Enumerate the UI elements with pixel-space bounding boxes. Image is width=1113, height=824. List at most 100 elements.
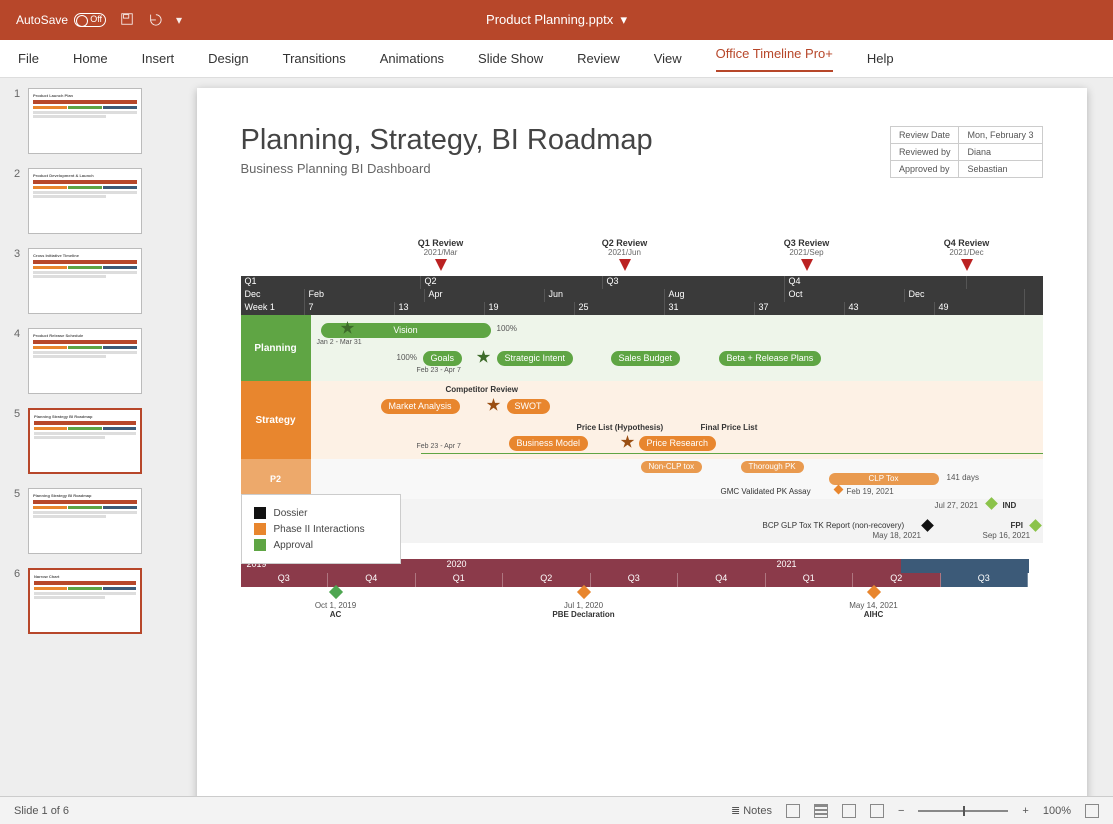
document-title: Product Planning.pptx ▾: [486, 12, 627, 28]
menu-tab-insert[interactable]: Insert: [142, 51, 175, 66]
slide-thumbnail[interactable]: Planning Strategy BI Roadmap: [28, 408, 142, 474]
slide-thumbnail[interactable]: Product Development & Launch: [28, 168, 142, 234]
zoom-out-icon[interactable]: −: [898, 805, 904, 817]
status-right: ≣ Notes − + 100%: [731, 804, 1099, 818]
slide-thumbnail[interactable]: Planning Strategy BI Roadmap: [28, 488, 142, 554]
menu-tab-transitions[interactable]: Transitions: [283, 51, 346, 66]
task-percent: 100%: [397, 353, 417, 362]
milestone-label: FPI: [1011, 521, 1023, 530]
legend-item[interactable]: Dossier: [254, 507, 388, 519]
legend-item[interactable]: Phase II Interactions: [254, 523, 388, 535]
swimlane-p2[interactable]: P2 Non-CLP tox Thorough PK CLP Tox 141 d…: [241, 459, 1043, 499]
scale-cell: 25: [575, 302, 665, 315]
swimlane-label: P2: [241, 459, 311, 499]
normal-view-icon[interactable]: [786, 804, 800, 818]
task-bar[interactable]: Goals: [423, 351, 463, 366]
sorter-view-icon[interactable]: [814, 804, 828, 818]
swimlane-body: Competitor Review Market Analysis SWOT P…: [311, 381, 1043, 459]
diamond-icon[interactable]: [985, 497, 998, 510]
legend-box[interactable]: Dossier Phase II Interactions Approval: [241, 494, 401, 564]
slide-thumbnail-panel[interactable]: 1Product Launch Plan2Product Development…: [0, 78, 170, 796]
roadmap-area: Q1 Review2021/Mar Q2 Review2021/Jun Q3 Rev…: [241, 238, 1043, 768]
milestone[interactable]: Oct 1, 2019AC: [301, 587, 371, 619]
thumb-number: 5: [14, 408, 22, 420]
review-marker[interactable]: Q1 Review2021/Mar: [411, 238, 471, 271]
reading-view-icon[interactable]: [842, 804, 856, 818]
slide-thumbnail[interactable]: Cross Initiative Timeline: [28, 248, 142, 314]
task-bar[interactable]: Sales Budget: [611, 351, 681, 366]
slide-thumbnail[interactable]: Narrow Chart: [28, 568, 142, 634]
menu-tab-help[interactable]: Help: [867, 51, 894, 66]
swimlane-label: Planning: [241, 315, 311, 381]
toggle-switch[interactable]: Off: [74, 13, 106, 27]
zoom-value[interactable]: 100%: [1043, 805, 1071, 817]
task-bar[interactable]: Strategic Intent: [497, 351, 574, 366]
ribbon-tabs: File Home Insert Design Transitions Animation…: [0, 40, 1113, 78]
info-val: Sebastian: [959, 161, 1042, 178]
notes-button[interactable]: ≣ Notes: [731, 804, 772, 817]
diamond-icon[interactable]: [1029, 519, 1042, 532]
zoom-slider[interactable]: [918, 810, 1008, 812]
menu-tab-slide-show[interactable]: Slide Show: [478, 51, 543, 66]
milestone-date: May 18, 2021: [873, 531, 921, 540]
quarter-cell: Q3: [591, 573, 679, 587]
diamond-icon[interactable]: [833, 485, 843, 495]
undo-icon[interactable]: [148, 12, 162, 29]
task-bar[interactable]: Thorough PK: [741, 461, 804, 473]
swimlane-planning[interactable]: Planning Vision 100% Jan 2 - Mar 31 100%…: [241, 315, 1043, 381]
menu-tab-home[interactable]: Home: [73, 51, 108, 66]
slide-canvas[interactable]: Planning, Strategy, BI Roadmap Business …: [197, 88, 1087, 796]
review-marker[interactable]: Q4 Review2021/Dec: [937, 238, 997, 271]
quarter-cell: Q4: [328, 573, 416, 587]
task-bar[interactable]: Beta + Release Plans: [719, 351, 822, 366]
milestone[interactable]: May 14, 2021AIHC: [839, 587, 909, 619]
scale-cell: Jun: [545, 289, 665, 302]
autosave-toggle[interactable]: AutoSave Off: [16, 13, 106, 27]
bottom-time-scale: 201920202021 Q3Q4Q1Q2Q3Q4Q1Q2Q3 Oct 1, 2…: [241, 559, 1043, 633]
thumb-number: 3: [14, 248, 22, 260]
milestone-star-icon[interactable]: [487, 398, 501, 412]
legend-label: Dossier: [274, 508, 308, 519]
menu-tab-design[interactable]: Design: [208, 51, 248, 66]
milestone-star-icon[interactable]: [621, 435, 635, 449]
task-bar[interactable]: SWOT: [507, 399, 550, 414]
legend-item[interactable]: Approval: [254, 539, 388, 551]
qa-more-icon[interactable]: ▾: [176, 13, 182, 27]
slide-thumbnail[interactable]: Product Launch Plan: [28, 88, 142, 154]
menu-tab-view[interactable]: View: [654, 51, 682, 66]
review-marker[interactable]: Q2 Review2021/Jun: [595, 238, 655, 271]
zoom-in-icon[interactable]: +: [1022, 805, 1028, 817]
legend-label: Phase II Interactions: [274, 524, 365, 535]
diamond-icon[interactable]: [921, 519, 934, 532]
swimlane-label: Strategy: [241, 381, 311, 459]
menu-tab-animations[interactable]: Animations: [380, 51, 444, 66]
scale-cell: Dec: [905, 289, 1025, 302]
task-bar[interactable]: CLP Tox: [829, 473, 939, 485]
scale-cell: Q3: [603, 276, 785, 289]
info-table[interactable]: Review DateMon, February 3Reviewed byDia…: [890, 126, 1043, 178]
task-percent: 100%: [497, 324, 517, 333]
thumb-number: 4: [14, 328, 22, 340]
task-bar[interactable]: Business Model: [509, 436, 589, 451]
scale-cell: 19: [485, 302, 575, 315]
task-bar[interactable]: Market Analysis: [381, 399, 460, 414]
task-bar[interactable]: Non-CLP tox: [641, 461, 703, 473]
milestone-date: Sep 16, 2021: [983, 531, 1031, 540]
milestone-star-icon[interactable]: [477, 350, 491, 364]
milestone[interactable]: Jul 1, 2020PBE Declaration: [549, 587, 619, 619]
slideshow-view-icon[interactable]: [870, 804, 884, 818]
slide-counter[interactable]: Slide 1 of 6: [14, 805, 69, 817]
quarter-cell: Q2: [853, 573, 941, 587]
scale-cell: Aug: [665, 289, 785, 302]
menu-tab-review[interactable]: Review: [577, 51, 620, 66]
slide-thumbnail[interactable]: Product Release Schedule: [28, 328, 142, 394]
menu-tab-file[interactable]: File: [18, 51, 39, 66]
task-dates: Jan 2 - Mar 31: [317, 339, 362, 346]
review-marker[interactable]: Q3 Review2021/Sep: [777, 238, 837, 271]
menu-tab-office-timeline-pro-[interactable]: Office Timeline Pro+: [716, 46, 833, 72]
swimlane-strategy[interactable]: Strategy Competitor Review Market Analys…: [241, 381, 1043, 459]
time-scale: Q1Q2Q3Q4 DecFebAprJunAugOctDec Week 1713…: [241, 276, 1043, 315]
task-bar[interactable]: Price Research: [639, 436, 717, 451]
fit-window-icon[interactable]: [1085, 804, 1099, 818]
save-icon[interactable]: [120, 12, 134, 29]
